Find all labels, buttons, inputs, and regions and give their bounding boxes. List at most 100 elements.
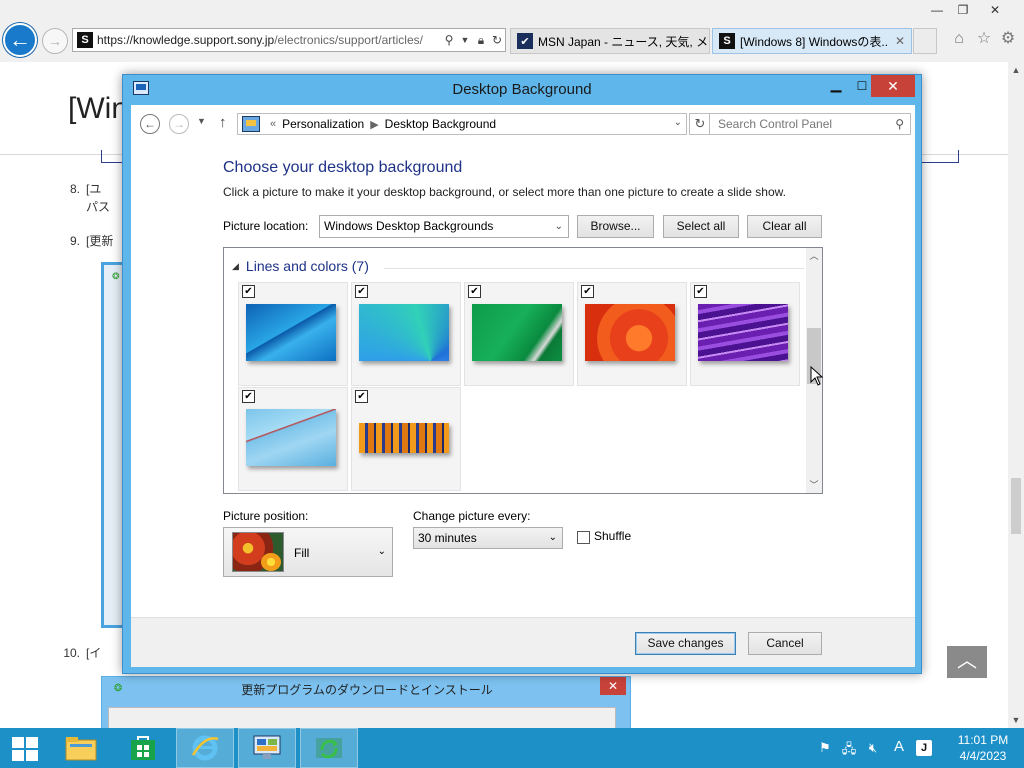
ime-pad-icon[interactable]: J (916, 740, 932, 756)
change-picture-label: Change picture every: (413, 509, 531, 523)
search-input[interactable]: Search Control Panel ⚲ (709, 113, 911, 135)
wallpaper-gallery: ◢ Lines and colors (7) ✔ ✔ ✔ ✔ ✔ ✔ ✔ ︿ ﹀ (223, 247, 823, 494)
tab-sony-article[interactable]: S [Windows 8] Windowsの表... ✕ (712, 28, 912, 54)
gear-icon[interactable]: ⚙ (997, 28, 1019, 50)
save-changes-button[interactable]: Save changes (635, 632, 736, 655)
search-icon[interactable]: ⚲ (895, 114, 904, 134)
back-arrow-icon[interactable]: ← (140, 114, 160, 134)
chevron-down-icon: ⌄ (377, 546, 386, 557)
forward-arrow-icon[interactable]: → (169, 114, 189, 134)
clear-all-button[interactable]: Clear all (747, 215, 822, 238)
wallpaper-thumb-blue-fan[interactable]: ✔ (351, 282, 461, 386)
windows-update-icon: ❂ (112, 271, 120, 281)
wallpaper-checkbox[interactable]: ✔ (468, 285, 481, 298)
windows-update-task-icon[interactable] (300, 728, 358, 768)
up-arrow-icon[interactable]: ↑ (219, 114, 227, 131)
windows-update-icon: ❂ (114, 683, 123, 694)
step-9: 9. [更新 (69, 234, 114, 248)
group-header[interactable]: ◢ Lines and colors (7) (232, 258, 369, 274)
breadcrumb-desktop-background[interactable]: Desktop Background (385, 117, 496, 131)
home-icon[interactable]: ⌂ (948, 28, 970, 50)
wallpaper-checkbox[interactable]: ✔ (355, 390, 368, 403)
overflow-chevron-icon[interactable]: « (270, 118, 276, 130)
update-window-body (108, 707, 616, 728)
shuffle-checkbox[interactable] (577, 531, 590, 544)
wallpaper-image (246, 409, 336, 466)
file-explorer-icon[interactable] (52, 728, 110, 768)
control-panel-task-icon[interactable] (238, 728, 296, 768)
scroll-down-arrow-icon[interactable]: ▼ (1008, 712, 1024, 728)
window-titlebar[interactable]: Desktop Background ▁ ☐ ✕ (123, 75, 921, 105)
back-button[interactable]: ← (3, 23, 37, 57)
ie-logo-icon (191, 735, 219, 761)
scroll-up-arrow-icon[interactable]: ▲ (1008, 62, 1024, 78)
shuffle-label[interactable]: Shuffle (594, 529, 631, 543)
scrollbar-thumb[interactable] (1011, 478, 1021, 534)
refresh-icon[interactable]: ↻ (489, 33, 505, 47)
picture-location-select[interactable]: Windows Desktop Backgrounds ⌄ (319, 215, 569, 238)
picture-position-select[interactable]: Fill ⌄ (223, 527, 393, 577)
address-bar[interactable]: S https://knowledge.support.sony.jp/elec… (72, 28, 506, 52)
cancel-button[interactable]: Cancel (748, 632, 822, 655)
refresh-icon[interactable]: ↻ (689, 113, 711, 135)
new-tab-button[interactable] (913, 28, 937, 54)
wallpaper-thumb-orange-buildings[interactable]: ✔ (351, 387, 461, 491)
chevron-down-icon[interactable]: ﹀ (806, 477, 822, 493)
scroll-to-top-button[interactable]: ︿ (947, 646, 987, 678)
minimize-icon[interactable]: ▁ (823, 75, 849, 97)
wallpaper-thumb-purple-waves[interactable]: ✔ (690, 282, 800, 386)
wallpaper-checkbox[interactable]: ✔ (242, 285, 255, 298)
wallpaper-thumb-blue-lines[interactable]: ✔ (238, 282, 348, 386)
close-icon[interactable]: ✕ (980, 0, 1010, 20)
sony-s-icon: S (77, 32, 93, 48)
position-preview-image (232, 532, 284, 572)
wallpaper-thumb-green-stripes[interactable]: ✔ (464, 282, 574, 386)
ime-mode-icon[interactable]: A (890, 738, 908, 755)
restore-icon[interactable]: ❐ (948, 0, 978, 20)
sony-s-icon: S (719, 33, 735, 49)
breadcrumb-separator-icon[interactable]: ▶ (370, 118, 378, 131)
forward-button[interactable]: → (42, 28, 68, 54)
dialog-content: Choose your desktop background Click a p… (131, 141, 915, 617)
search-icon[interactable]: ⚲ (441, 33, 457, 47)
browse-button[interactable]: Browse... (577, 215, 654, 238)
control-panel-icon (242, 116, 260, 132)
step-8-line2: パス (86, 200, 111, 214)
system-tray: ⚑ 🖧︎ 🔇︎ A J 11:01 PM 4/4/2023 (812, 728, 1024, 768)
store-icon[interactable] (114, 728, 172, 768)
close-tab-icon[interactable]: ✕ (895, 34, 905, 48)
chevron-up-icon[interactable]: ︿ (806, 248, 822, 264)
chevron-down-icon: ⌄ (548, 532, 557, 543)
lock-icon[interactable]: 🔒︎ (473, 33, 489, 48)
favorites-star-icon[interactable]: ☆ (973, 28, 995, 50)
select-all-button[interactable]: Select all (663, 215, 739, 238)
explorer-navbar: ← → ▼ ↑ « Personalization ▶ Desktop Back… (131, 105, 915, 141)
action-center-flag-icon[interactable]: ⚑ (816, 740, 834, 756)
wallpaper-thumb-orange-swirl[interactable]: ✔ (577, 282, 687, 386)
internet-explorer-icon[interactable] (176, 728, 234, 768)
recent-locations-icon[interactable]: ▼ (197, 116, 206, 126)
wallpaper-thumb-light-blue-curves[interactable]: ✔ (238, 387, 348, 491)
page-scrollbar[interactable]: ▲ ▼ (1008, 62, 1024, 728)
volume-muted-icon[interactable]: 🔇︎ (864, 740, 882, 756)
wallpaper-checkbox[interactable]: ✔ (242, 390, 255, 403)
wallpaper-image (246, 304, 336, 361)
network-icon[interactable]: 🖧︎ (840, 740, 858, 756)
breadcrumb[interactable]: « Personalization ▶ Desktop Background ⌄ (237, 113, 687, 135)
wallpaper-checkbox[interactable]: ✔ (581, 285, 594, 298)
dropdown-icon[interactable]: ▼ (457, 35, 473, 45)
windows-start-icon[interactable] (12, 737, 38, 761)
chevron-down-icon[interactable]: ⌄ (674, 117, 682, 128)
instruction-text: Click a picture to make it your desktop … (223, 185, 786, 199)
tab-msn[interactable]: ✔ MSN Japan - ニュース, 天気, メ... (510, 28, 710, 54)
close-icon[interactable]: ✕ (871, 75, 915, 97)
change-picture-select[interactable]: 30 minutes ⌄ (413, 527, 563, 549)
url-text[interactable]: https://knowledge.support.sony.jp/electr… (97, 33, 441, 47)
breadcrumb-personalization[interactable]: Personalization (282, 117, 364, 131)
taskbar: ⚑ 🖧︎ 🔇︎ A J 11:01 PM 4/4/2023 (0, 728, 1024, 768)
wallpaper-image (359, 423, 449, 453)
clock[interactable]: 11:01 PM 4/4/2023 (948, 732, 1018, 764)
wallpaper-checkbox[interactable]: ✔ (694, 285, 707, 298)
wallpaper-checkbox[interactable]: ✔ (355, 285, 368, 298)
collapse-triangle-icon[interactable]: ◢ (232, 261, 239, 272)
